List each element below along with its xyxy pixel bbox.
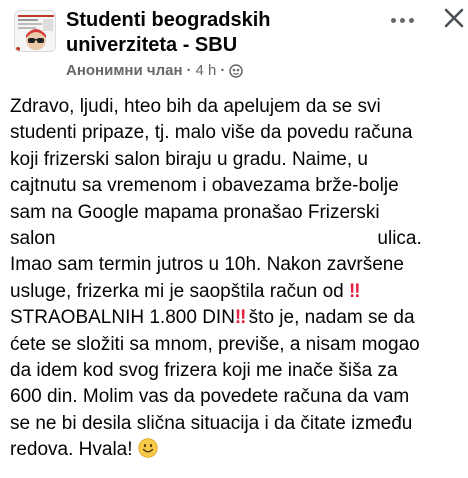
double-exclamation-icon: ‼ [349, 280, 361, 302]
body-line: ćete se složiti sa mnom, previše, a nisa… [10, 333, 420, 355]
body-line: da idem kod svog frizera koji me inače š… [10, 360, 398, 382]
body-line: ulica. [377, 228, 422, 250]
group-name[interactable]: Studenti beogradskih univerziteta - SBU [66, 8, 366, 58]
meta-separator: · [220, 62, 226, 79]
body-line: usluge, frizerka mi je saopštila račun o… [10, 280, 344, 302]
body-line: STRAOBALNIH 1.800 DIN [10, 307, 235, 329]
body-line: Imao sam termin jutros u 10h. Nakon zavr… [10, 254, 404, 276]
body-line: 600 din. Molim vas da povedete računa da… [10, 386, 410, 408]
body-line: salon [10, 228, 56, 250]
meta-separator: · [186, 62, 192, 79]
close-icon[interactable] [442, 6, 466, 30]
group-avatar[interactable] [14, 10, 56, 52]
more-options-icon[interactable] [384, 10, 420, 30]
post-body: Zdravo, ljudi, hteo bih da apelujem da s… [10, 94, 460, 464]
smiling-face-icon [138, 438, 158, 458]
body-line: studenti pripaze, tj. malo više da poved… [10, 122, 413, 144]
group-avatar-image [15, 11, 55, 51]
body-line: Zdravo, ljudi, hteo bih da apelujem da s… [10, 96, 381, 117]
body-line: redova. Hvala! [10, 439, 133, 461]
post-time[interactable]: 4 h [196, 62, 217, 79]
author-name[interactable]: Анонимни члан [66, 62, 183, 79]
body-line: koji frizerski salon biraju u gradu. Nai… [10, 148, 368, 170]
post-header: Studenti beogradskih univerziteta - SBU … [0, 0, 468, 90]
body-line: se ne bi desila slična situacija i da či… [10, 412, 413, 434]
body-line: sam na Google mapama pronašao Frizerski [10, 201, 380, 223]
post-meta: Анонимни члан · 4 h · [66, 62, 244, 79]
globe-icon[interactable] [229, 63, 244, 78]
body-line: cajtnutu sa vremenom i obavezama brže-bo… [10, 175, 399, 197]
body-line: što je, nadam se da [243, 307, 415, 329]
